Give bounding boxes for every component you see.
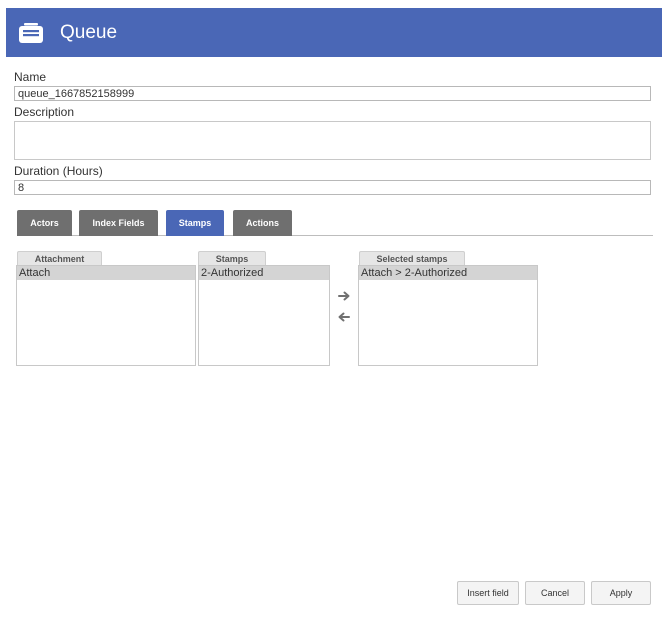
- remove-stamp-button[interactable]: [336, 311, 352, 325]
- tab-actions[interactable]: Actions: [233, 210, 292, 236]
- description-label: Description: [14, 105, 75, 119]
- name-label: Name: [14, 70, 47, 84]
- tab-index-fields[interactable]: Index Fields: [79, 210, 158, 236]
- stamps-list-header: Stamps: [198, 251, 266, 265]
- tab-bar: Actors Index Fields Stamps Actions: [17, 210, 653, 236]
- tab-actors[interactable]: Actors: [17, 210, 72, 236]
- duration-label: Duration (Hours): [14, 164, 103, 178]
- add-stamp-button[interactable]: [336, 290, 352, 304]
- name-input[interactable]: [14, 86, 651, 101]
- attachment-list[interactable]: Attach: [16, 265, 196, 366]
- arrow-left-icon: [338, 309, 350, 327]
- insert-field-button[interactable]: Insert field: [457, 581, 519, 605]
- list-item[interactable]: 2-Authorized: [199, 266, 329, 280]
- stamps-list[interactable]: 2-Authorized: [198, 265, 330, 366]
- attachment-list-header: Attachment: [17, 251, 102, 265]
- duration-input[interactable]: [14, 180, 651, 195]
- arrow-right-icon: [338, 288, 350, 306]
- selected-stamps-list-header: Selected stamps: [359, 251, 465, 265]
- list-item[interactable]: Attach > 2-Authorized: [359, 266, 537, 280]
- dialog-title: Queue: [60, 21, 118, 43]
- cancel-button[interactable]: Cancel: [525, 581, 585, 605]
- inbox-tray-icon: [18, 22, 44, 44]
- queue-dialog: Queue Name Description Duration (Hours) …: [0, 0, 663, 622]
- list-item[interactable]: Attach: [17, 266, 195, 280]
- apply-button[interactable]: Apply: [591, 581, 651, 605]
- description-textarea[interactable]: [14, 121, 651, 160]
- selected-stamps-list[interactable]: Attach > 2-Authorized: [358, 265, 538, 366]
- tab-stamps[interactable]: Stamps: [166, 210, 224, 236]
- dialog-header: Queue: [6, 8, 662, 57]
